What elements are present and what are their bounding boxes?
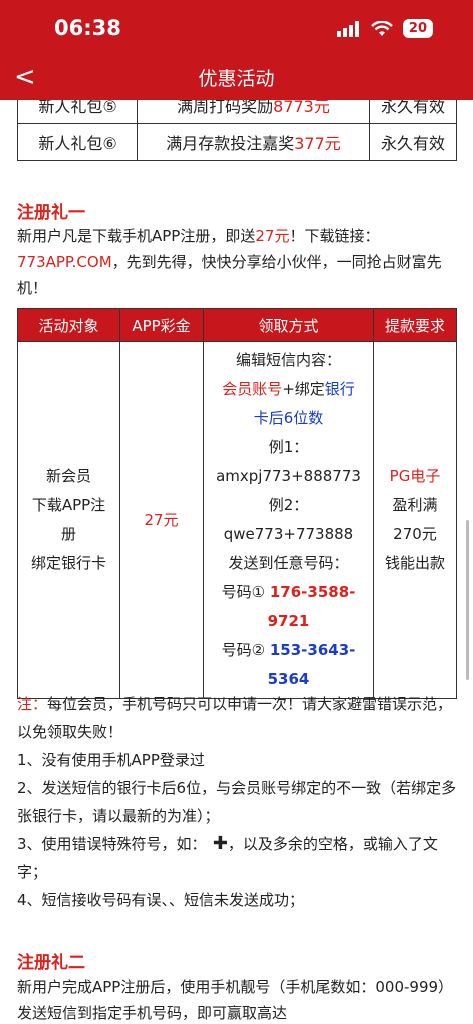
page-content[interactable]: 新人礼包⑤ 满周打码奖励8773元 永久有效 新人礼包⑥ 满月存款投注嘉奖377… <box>0 100 473 1024</box>
table-header-row: 活动对象 APP彩金 领取方式 提款要求 <box>17 308 457 342</box>
gift-name: 新人礼包⑤ <box>17 100 138 124</box>
gift-desc: 满周打码奖励8773元 <box>137 100 370 124</box>
status-bar: 06:38 20 <box>0 0 473 58</box>
table-row: 新人礼包⑤ 满周打码奖励8773元 永久有效 <box>17 100 457 124</box>
heavy-plus-icon: ✚ <box>206 833 228 854</box>
wifi-icon <box>371 20 393 36</box>
registration-bonus-table: 活动对象 APP彩金 领取方式 提款要求 新会员 下载APP注 册 绑定银行卡 … <box>17 308 457 699</box>
gift-desc: 满月存款投注嘉奖377元 <box>137 123 370 161</box>
table-row: 新人礼包⑥ 满月存款投注嘉奖377元 永久有效 <box>17 123 457 161</box>
status-time: 06:38 <box>54 16 121 40</box>
list-item: 1、没有使用手机APP登录过 <box>17 751 205 769</box>
table-row: 新会员 下载APP注 册 绑定银行卡 27元 编辑短信内容： 会员账号+绑定银行… <box>17 341 457 699</box>
page-title: 优惠活动 <box>198 68 275 90</box>
col-header: 提款要求 <box>373 308 457 342</box>
section1-intro: 新用户凡是下载手机APP注册，即送27元！下载链接：773APP.COM，先到先… <box>17 227 442 297</box>
notes-intro: 注：每位会员，手机号码只可以申请一次！请大家避雷错误示范，以免领取失败！ <box>17 695 453 741</box>
section2-text: 新用户完成APP注册后，使用手机靓号（手机尾数如：000-999）发送短信到指定… <box>17 978 454 1022</box>
phone-number-2[interactable]: 153-3643- <box>270 641 356 659</box>
list-item: 3、使用错误特殊符号，如： ✚，以及多余的空格，或输入了文字； <box>17 833 438 881</box>
gift-pack-table: 新人礼包⑤ 满周打码奖励8773元 永久有效 新人礼包⑥ 满月存款投注嘉奖377… <box>17 100 457 161</box>
withdraw-cell: PG电子 盈利满 270元 钱能出款 <box>373 341 457 699</box>
target-cell: 新会员 下载APP注 册 绑定银行卡 <box>17 341 120 699</box>
notes-block: 注：每位会员，手机号码只可以申请一次！请大家避雷错误示范，以免领取失败！ 1、没… <box>17 690 462 914</box>
phone-number-1[interactable]: 176-3588- <box>270 583 356 601</box>
scrollbar[interactable] <box>466 520 469 680</box>
col-header: APP彩金 <box>119 308 204 342</box>
list-item: 2、发送短信的银行卡后6位，与会员账号绑定的不一致（若绑定多张银行卡，请以最新的… <box>17 779 457 825</box>
gift-name: 新人礼包⑥ <box>17 123 138 161</box>
col-header: 领取方式 <box>203 308 374 342</box>
method-cell: 编辑短信内容： 会员账号+绑定银行 卡后6位数 例1： amxpj773+888… <box>203 341 374 699</box>
battery-icon: 20 <box>402 19 433 38</box>
gift-period: 永久有效 <box>369 123 457 161</box>
signal-icon <box>336 20 359 37</box>
gift-period: 永久有效 <box>369 100 457 124</box>
download-link[interactable]: 773APP.COM <box>17 253 112 271</box>
list-item: 4、短信接收号码有误、、短信未发送成功； <box>17 891 305 909</box>
col-header: 活动对象 <box>17 308 120 342</box>
bonus-cell: 27元 <box>119 341 204 699</box>
nav-bar: < 优惠活动 <box>0 58 473 100</box>
section1-title: 注册礼一 <box>17 203 85 223</box>
section2-title: 注册礼二 <box>17 953 85 973</box>
status-icons: 20 <box>336 19 433 38</box>
